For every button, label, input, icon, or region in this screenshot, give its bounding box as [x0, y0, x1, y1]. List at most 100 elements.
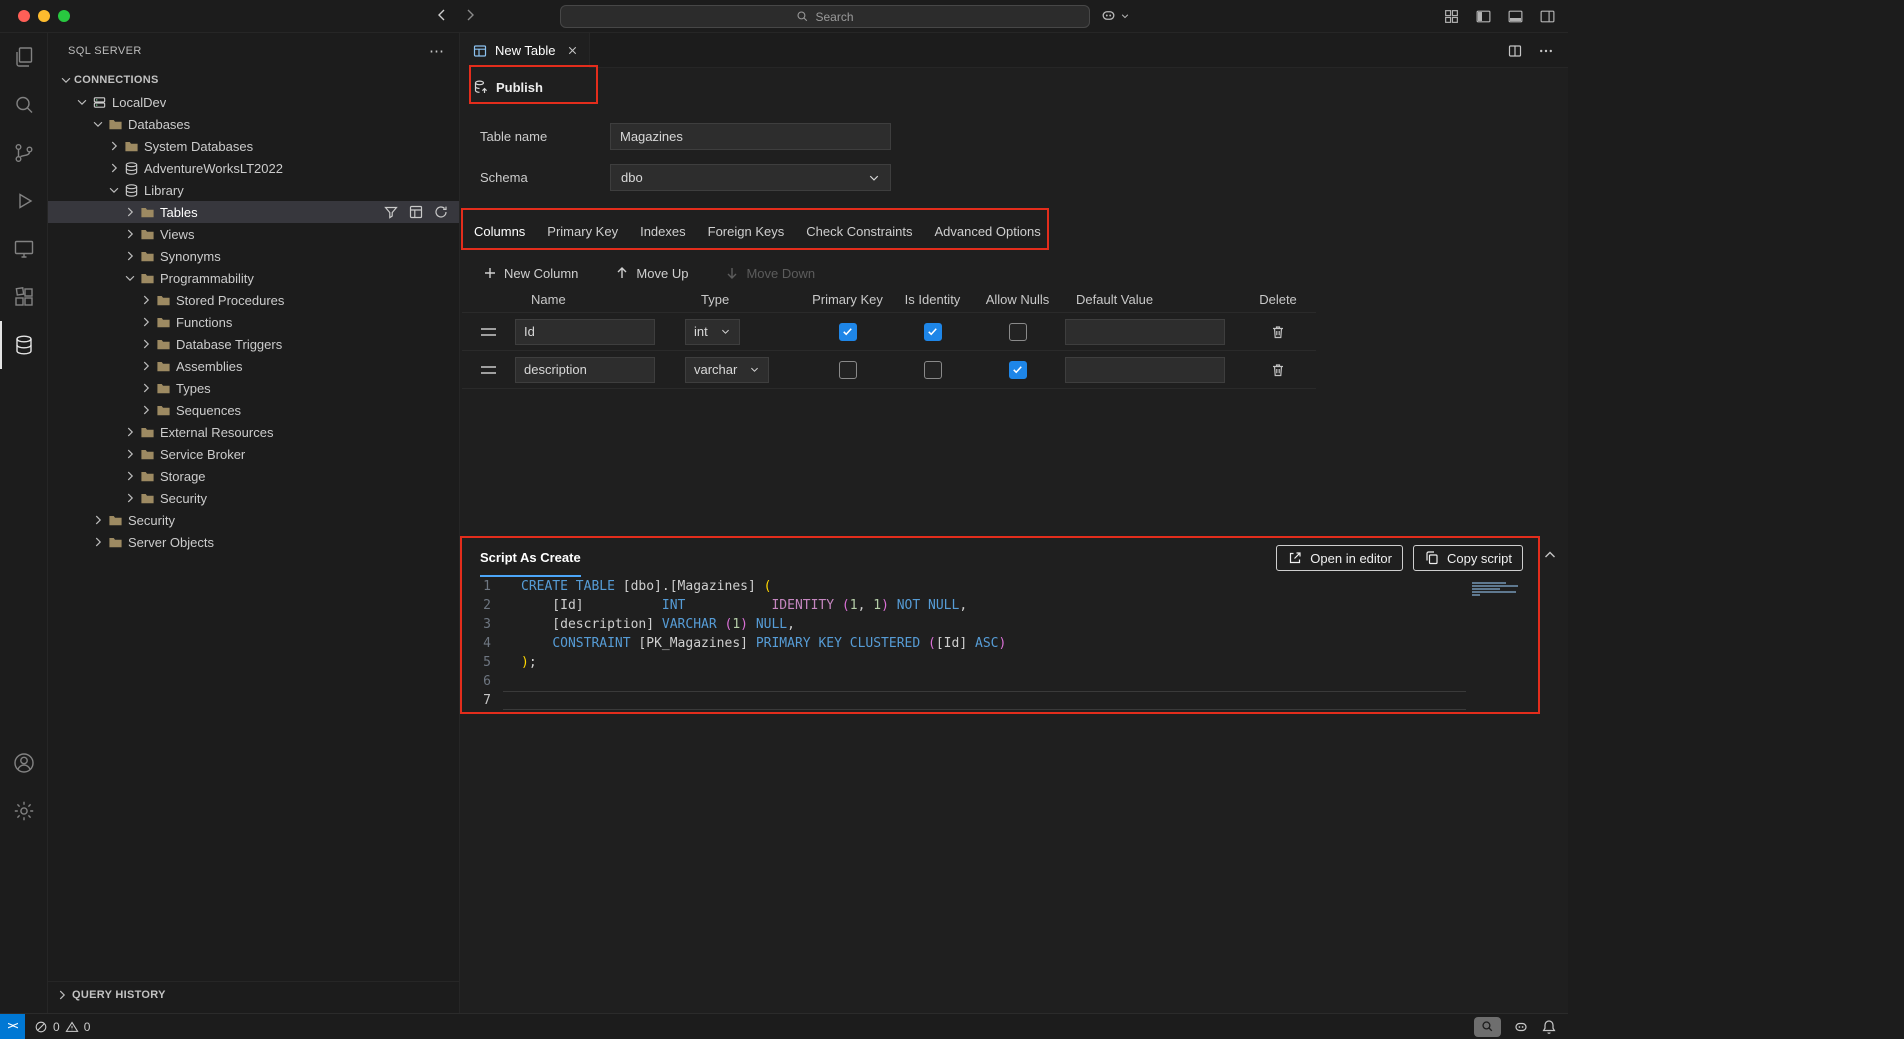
designer-tab-columns[interactable]: Columns: [463, 214, 536, 250]
notifications-bell-icon[interactable]: [1541, 1019, 1557, 1035]
designer-tab-advanced-options[interactable]: Advanced Options: [923, 214, 1051, 250]
problems-indicator[interactable]: 0 0: [25, 1020, 90, 1034]
copy-script-button[interactable]: Copy script: [1413, 545, 1523, 571]
default-value-input[interactable]: [1065, 319, 1225, 345]
search-icon: [12, 93, 36, 117]
tree-item-programmability[interactable]: Programmability: [48, 267, 459, 289]
tree-item-databases[interactable]: Databases: [48, 113, 459, 135]
tree-item-assemblies[interactable]: Assemblies: [48, 355, 459, 377]
split-editor-icon[interactable]: [1507, 43, 1523, 59]
close-tab-icon[interactable]: [566, 44, 579, 57]
publish-button[interactable]: Publish: [473, 72, 543, 102]
tree-item-sequences[interactable]: Sequences: [48, 399, 459, 421]
remote-indicator[interactable]: ><: [0, 1014, 25, 1039]
tree-item-service-broker[interactable]: Service Broker: [48, 443, 459, 465]
script-code-editor[interactable]: 1CREATE TABLE [dbo].[Magazines] (2 [Id] …: [463, 577, 1538, 713]
collapse-panel-icon[interactable]: [1542, 547, 1558, 563]
code-line-5[interactable]: 5);: [463, 653, 1538, 672]
delete-column-button[interactable]: [1270, 362, 1286, 378]
activity-item-run-debug[interactable]: [0, 177, 48, 225]
panel-left-icon[interactable]: [1475, 8, 1492, 25]
filter-icon[interactable]: [383, 204, 399, 220]
table-name-input[interactable]: [610, 123, 891, 150]
code-line-3[interactable]: 3 [description] VARCHAR (1) NULL,: [463, 615, 1538, 634]
activity-item-remote-explorer[interactable]: [0, 225, 48, 273]
is-identity-checkbox[interactable]: [924, 361, 942, 379]
code-line-2[interactable]: 2 [Id] INT IDENTITY (1, 1) NOT NULL,: [463, 596, 1538, 615]
tree-item-views[interactable]: Views: [48, 223, 459, 245]
sidebar-more-actions-icon[interactable]: ⋯: [429, 42, 445, 60]
tree-item-adventureworkslt2022[interactable]: AdventureWorksLT2022: [48, 157, 459, 179]
activity-item-search[interactable]: [0, 81, 48, 129]
designer-tab-primary-key[interactable]: Primary Key: [536, 214, 629, 250]
close-window-button[interactable]: [18, 10, 30, 22]
column-type-select[interactable]: int: [685, 319, 740, 345]
tree-item-database-triggers[interactable]: Database Triggers: [48, 333, 459, 355]
activity-item-account[interactable]: [0, 739, 48, 787]
tree-item-storage[interactable]: Storage: [48, 465, 459, 487]
primary-key-checkbox[interactable]: [839, 361, 857, 379]
table-design-icon[interactable]: [408, 204, 424, 220]
code-line-6[interactable]: 6: [463, 672, 1538, 691]
zoom-indicator[interactable]: [1474, 1017, 1501, 1037]
drag-handle-icon[interactable]: [481, 366, 496, 374]
database-icon: [122, 183, 140, 198]
activity-item-extensions[interactable]: [0, 273, 48, 321]
query-history-section[interactable]: QUERY HISTORY: [48, 981, 459, 1007]
tree-item-server-objects[interactable]: Server Objects: [48, 531, 459, 553]
code-line-4[interactable]: 4 CONSTRAINT [PK_Magazines] PRIMARY KEY …: [463, 634, 1538, 653]
move-down-button[interactable]: Move Down: [724, 265, 815, 281]
copilot-status-icon[interactable]: [1513, 1019, 1529, 1035]
tree-item-functions[interactable]: Functions: [48, 311, 459, 333]
activity-item-explorer[interactable]: [0, 33, 48, 81]
schema-select[interactable]: dbo: [610, 164, 891, 191]
activity-item-settings[interactable]: [0, 787, 48, 835]
designer-tab-check-constraints[interactable]: Check Constraints: [795, 214, 923, 250]
panel-bottom-icon[interactable]: [1507, 8, 1524, 25]
copilot-menu[interactable]: [1100, 7, 1130, 24]
tree-item-library[interactable]: Library: [48, 179, 459, 201]
tree-item-label: System Databases: [144, 139, 253, 154]
tree-item-types[interactable]: Types: [48, 377, 459, 399]
open-in-editor-button[interactable]: Open in editor: [1276, 545, 1403, 571]
tree-item-stored-procedures[interactable]: Stored Procedures: [48, 289, 459, 311]
tree-item-external-resources[interactable]: External Resources: [48, 421, 459, 443]
panel-right-icon[interactable]: [1539, 8, 1556, 25]
more-actions-icon[interactable]: [1538, 43, 1554, 59]
activity-item-sql-server[interactable]: [0, 321, 48, 369]
allow-nulls-checkbox[interactable]: [1009, 323, 1027, 341]
minimize-window-button[interactable]: [38, 10, 50, 22]
designer-tab-foreign-keys[interactable]: Foreign Keys: [697, 214, 796, 250]
tree-item-tables[interactable]: Tables: [48, 201, 459, 223]
command-center-search[interactable]: Search: [560, 5, 1090, 28]
column-name-input[interactable]: [515, 319, 655, 345]
column-name-input[interactable]: [515, 357, 655, 383]
drag-handle-icon[interactable]: [481, 328, 496, 336]
is-identity-checkbox[interactable]: [924, 323, 942, 341]
tree-item-label: Sequences: [176, 403, 241, 418]
tree-item-connections[interactable]: CONNECTIONS: [48, 69, 459, 91]
delete-column-button[interactable]: [1270, 324, 1286, 340]
tab-new-table[interactable]: New Table: [460, 33, 590, 68]
tree-item-security[interactable]: Security: [48, 509, 459, 531]
maximize-window-button[interactable]: [58, 10, 70, 22]
default-value-input[interactable]: [1065, 357, 1225, 383]
activity-item-source-control[interactable]: [0, 129, 48, 177]
navigate-forward-icon[interactable]: [462, 7, 478, 23]
new-column-button[interactable]: New Column: [482, 265, 578, 281]
move-up-button[interactable]: Move Up: [614, 265, 688, 281]
code-line-7[interactable]: 7: [463, 691, 1538, 710]
allow-nulls-checkbox[interactable]: [1009, 361, 1027, 379]
designer-tab-indexes[interactable]: Indexes: [629, 214, 697, 250]
navigate-back-icon[interactable]: [434, 7, 450, 23]
tree-item-security[interactable]: Security: [48, 487, 459, 509]
code-line-1[interactable]: 1CREATE TABLE [dbo].[Magazines] (: [463, 577, 1538, 596]
refresh-icon[interactable]: [433, 204, 449, 220]
column-type-select[interactable]: varchar: [685, 357, 769, 383]
customize-layout-icon[interactable]: [1443, 8, 1460, 25]
primary-key-checkbox[interactable]: [839, 323, 857, 341]
script-as-create-tab[interactable]: Script As Create: [480, 539, 581, 577]
tree-item-system-databases[interactable]: System Databases: [48, 135, 459, 157]
tree-item-localdev[interactable]: LocalDev: [48, 91, 459, 113]
tree-item-synonyms[interactable]: Synonyms: [48, 245, 459, 267]
